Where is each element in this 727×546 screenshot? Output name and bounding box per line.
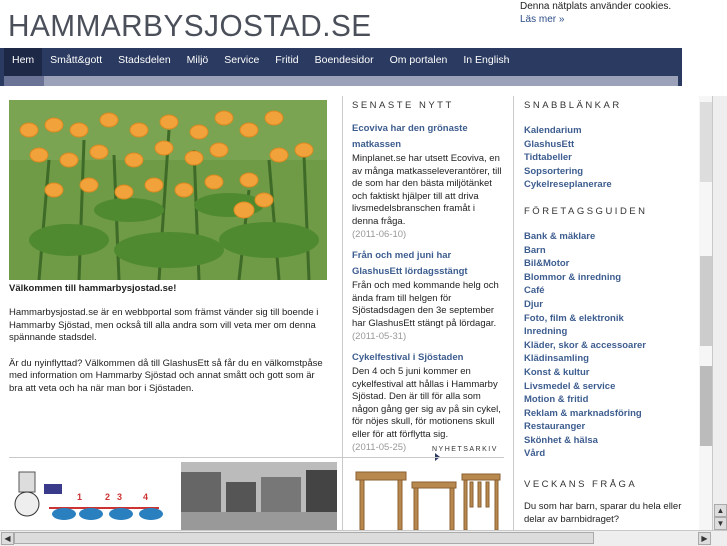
cookie-notice: Denna nätplats använder cookies. Läs mer… [520,0,671,26]
guide-category-link[interactable]: Café [524,284,684,298]
news-body: Från och med kommande helg och ända fram… [352,280,499,329]
news-archive-label: NYHETSARKIV [432,446,498,453]
cookie-text: Denna nätplats använder cookies. [520,1,672,12]
news-body: Minplanet.se har utsett Ecoviva, en av m… [352,153,502,227]
quicklink[interactable]: Sopsortering [524,165,684,179]
poll-question: Du som har barn, sparar du hela eller de… [524,501,682,525]
nav-item-3[interactable]: Miljö [179,48,217,76]
nav-item-4[interactable]: Service [216,48,267,76]
guide-category-link[interactable]: Vård [524,447,684,461]
scroll-up-icon[interactable]: ▲ [714,504,727,517]
news-title-link[interactable]: Cykelfestival i Sjöstaden [352,350,504,366]
intro-paragraph-1: Hammarbysjostad.se är en webbportal som … [9,307,319,343]
intro-column: Välkommen till hammarbysjostad.se! Hamma… [9,100,327,395]
quicklink[interactable]: Kalendarium [524,124,684,138]
guide-category-link[interactable]: Restauranger [524,420,684,434]
guide-category-link[interactable]: Skönhet & hälsa [524,434,684,448]
main-nav: Hem Smått&gott Stadsdelen Miljö Service Friti… [0,48,682,86]
scroll-thumb[interactable] [14,532,594,544]
cookie-read-more-link[interactable]: Läs mer » [520,14,564,25]
nav-item-6[interactable]: Boendesidor [307,48,382,76]
news-date: (2011-06-10) [352,229,407,240]
side-ad[interactable] [699,96,713,530]
quicklinks-heading: SNABBLÄNKAR [524,100,622,111]
quicklink[interactable]: GlashusEtt [524,138,684,152]
guide-category-link[interactable]: Konst & kultur [524,366,684,380]
tulip-photo [9,100,327,280]
quicklink[interactable]: Tidtabeller [524,151,684,165]
guide-category-link[interactable]: Blommor & inredning [524,271,684,285]
news-title-link[interactable]: Från och med juni har GlashusEtt lördags… [352,248,504,280]
column-divider [342,96,343,536]
guide-category-link[interactable]: Bil&Motor [524,257,684,271]
guide-category-link[interactable]: Reklam & marknadsföring [524,407,684,421]
nav-item-7[interactable]: Om portalen [382,48,456,76]
section-divider [9,457,504,458]
step-label: 1 [77,492,82,502]
nav-substrip [4,76,678,86]
guide-category-link[interactable]: Djur [524,298,684,312]
nav-item-5[interactable]: Fritid [267,48,306,76]
guide-category-link[interactable]: Barn [524,244,684,258]
district-photo[interactable] [181,462,337,530]
vertical-scrollbar[interactable]: ▲ ▼ [712,96,727,530]
nav-item-8[interactable]: In English [455,48,517,76]
guide-category-link[interactable]: Bank & mäklare [524,230,684,244]
guide-heading: FÖRETAGSGUIDEN [524,205,648,217]
scroll-left-icon[interactable]: ◀ [1,532,14,545]
guide-category-link[interactable]: Foto, film & elektronik [524,312,684,326]
guide-category-link[interactable]: Inredning [524,325,684,339]
news-item: Från och med juni har GlashusEtt lördags… [352,248,504,342]
furniture-photo[interactable] [352,462,504,530]
news-column: SENASTE NYTT Ecoviva har den grönaste ma… [352,100,504,461]
guide-category-link[interactable]: Klädinsamling [524,352,684,366]
column-divider [513,96,514,536]
news-item: Cykelfestival i Sjöstaden Den 4 och 5 jun… [352,350,504,453]
news-heading: SENASTE NYTT [352,100,454,111]
poll-heading: VECKANS FRÅGA [524,479,638,491]
scroll-down-icon[interactable]: ▼ [714,517,727,530]
nav-item-1[interactable]: Smått&gott [42,48,110,76]
news-date: (2011-05-31) [352,331,407,342]
horizontal-scrollbar[interactable]: ◀ ▶ [0,530,727,546]
news-item: Ecoviva har den grönaste matkassen Minpla… [352,121,504,240]
step-label: 4 [143,492,148,502]
step-label: 3 [117,492,122,502]
photo-caption: Välkommen till hammarbysjostad.se! [9,283,177,294]
guide-category-link[interactable]: Livsmedel & service [524,380,684,394]
scroll-right-icon[interactable]: ▶ [698,532,711,545]
nav-item-0[interactable]: Hem [4,48,43,76]
intro-paragraph-2: Är du nyinflyttad? Välkommen då till Gla… [9,357,323,394]
links-column: SNABBLÄNKAR Kalendarium GlashusEtt Tidtabe… [524,100,684,526]
quicklink[interactable]: Cykelreseplanerare [524,178,684,192]
nav-item-2[interactable]: Stadsdelen [110,48,179,76]
recycling-illustration[interactable]: 1 23 4 [9,462,169,530]
news-archive-link[interactable]: NYHETSARKIV [432,446,504,463]
step-label: 2 [105,492,110,502]
site-logo[interactable]: HAMMARBYSJOSTAD.SE [8,8,372,44]
guide-category-link[interactable]: Motion & fritid [524,393,684,407]
news-body: Den 4 och 5 juni kommer en cykelfestival… [352,366,501,440]
news-title-link[interactable]: Ecoviva har den grönaste matkassen [352,121,504,153]
guide-category-link[interactable]: Kläder, skor & accessoarer [524,339,684,353]
